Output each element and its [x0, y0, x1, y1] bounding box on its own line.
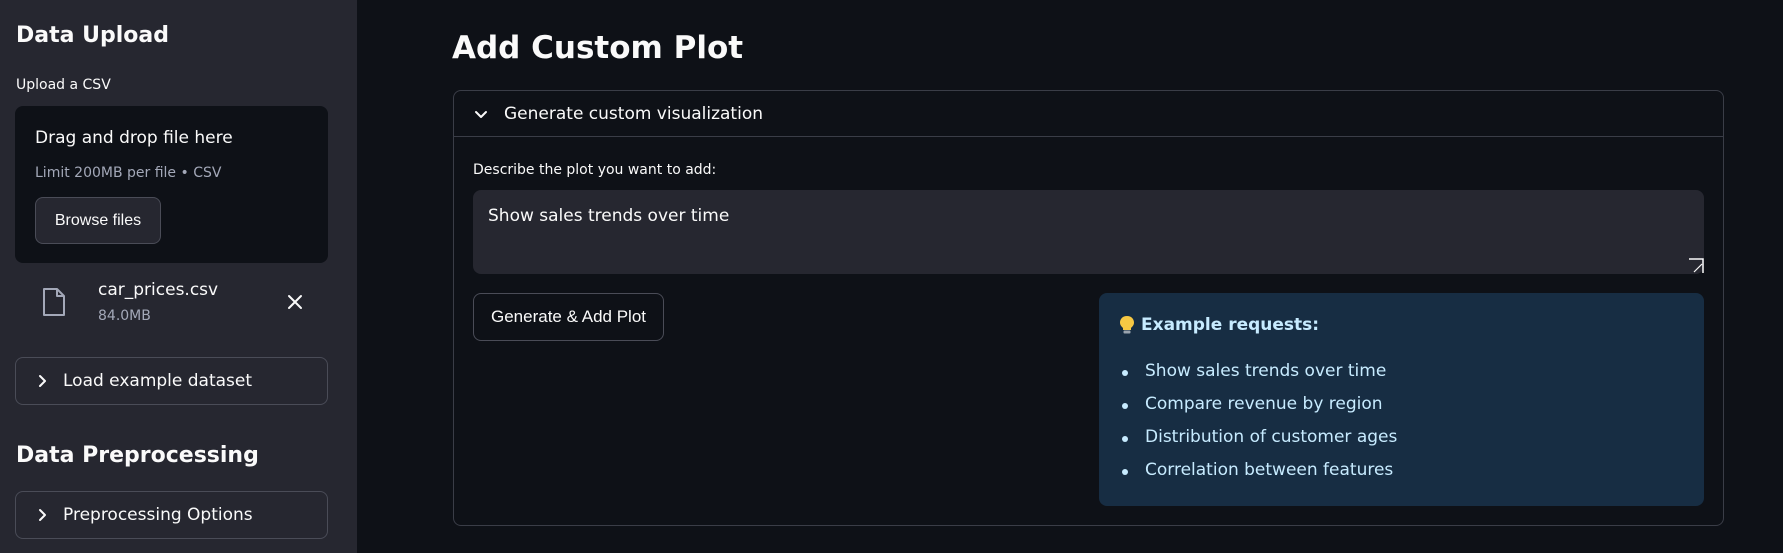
file-dropzone[interactable]: Drag and drop file here Limit 200MB per … — [15, 106, 328, 263]
plot-description-input[interactable]: Show sales trends over time — [473, 190, 1704, 274]
example-requests-list: Show sales trends over time Compare reve… — [1119, 361, 1397, 493]
dropzone-limit-text: Limit 200MB per file • CSV — [35, 165, 222, 181]
preprocessing-options-label: Preprocessing Options — [63, 505, 253, 525]
chevron-right-icon — [35, 374, 49, 388]
sidebar: Data Upload Upload a CSV Drag and drop f… — [0, 0, 357, 553]
expander-header[interactable]: Generate custom visualization — [454, 91, 1723, 137]
plot-description-label: Describe the plot you want to add: — [473, 162, 717, 178]
remove-file-close-icon[interactable] — [283, 290, 307, 314]
list-item: Show sales trends over time — [1119, 361, 1397, 394]
chevron-down-icon — [474, 107, 488, 121]
custom-visualization-expander: Generate custom visualization Describe t… — [453, 90, 1724, 526]
example-requests-heading: Example requests: — [1119, 315, 1319, 335]
preprocessing-heading: Data Preprocessing — [16, 443, 259, 468]
app: Data Upload Upload a CSV Drag and drop f… — [0, 0, 1783, 553]
file-name: car_prices.csv — [98, 280, 219, 300]
chevron-right-icon — [35, 508, 49, 522]
load-example-dataset-expander[interactable]: Load example dataset — [15, 357, 328, 405]
upload-heading: Data Upload — [16, 23, 169, 48]
generate-add-plot-button[interactable]: Generate & Add Plot — [473, 293, 664, 341]
resize-handle-icon[interactable] — [1688, 258, 1704, 274]
dropzone-title: Drag and drop file here — [35, 128, 233, 148]
list-item: Compare revenue by region — [1119, 394, 1397, 427]
uploaded-file-row: car_prices.csv 84.0MB — [15, 276, 328, 330]
file-icon — [42, 287, 66, 317]
example-requests-title: Example requests: — [1141, 315, 1320, 335]
upload-label: Upload a CSV — [16, 77, 111, 93]
preprocessing-options-expander[interactable]: Preprocessing Options — [15, 491, 328, 539]
list-item: Correlation between features — [1119, 460, 1397, 493]
load-example-dataset-label: Load example dataset — [63, 371, 253, 391]
expander-label: Generate custom visualization — [504, 103, 763, 124]
list-item: Distribution of customer ages — [1119, 427, 1397, 460]
page-title: Add Custom Plot — [452, 30, 744, 66]
browse-files-button[interactable]: Browse files — [35, 197, 161, 244]
file-size: 84.0MB — [98, 308, 151, 324]
lightbulb-icon — [1119, 315, 1135, 335]
example-requests-info: Example requests: Show sales trends over… — [1099, 293, 1704, 506]
